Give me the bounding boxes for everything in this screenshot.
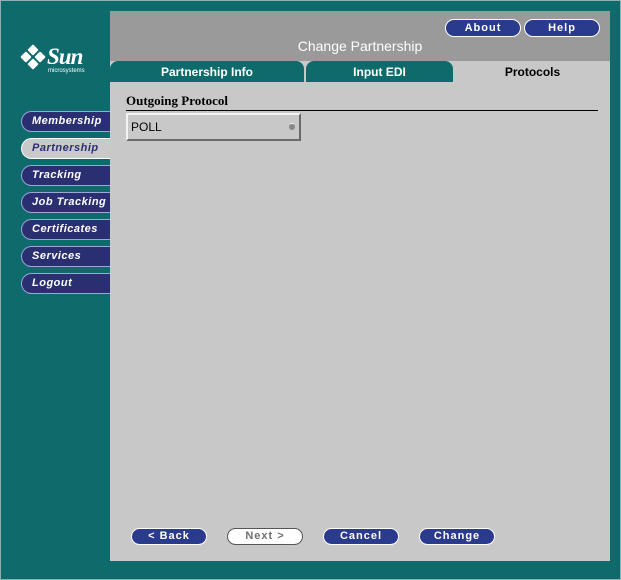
tab-partnership-info[interactable]: Partnership Info bbox=[110, 61, 304, 82]
cancel-button[interactable]: Cancel bbox=[323, 528, 399, 545]
dropdown-knob-icon bbox=[289, 123, 295, 130]
tab-input-edi[interactable]: Input EDI bbox=[306, 61, 453, 82]
about-button[interactable]: About bbox=[445, 19, 521, 37]
main-panel: About Help Change Partnership Partnershi… bbox=[110, 11, 610, 561]
back-button[interactable]: < Back bbox=[131, 528, 207, 545]
sun-logo: Sun microsystems bbox=[20, 44, 96, 78]
sidebar-item-services[interactable]: Services bbox=[21, 246, 111, 267]
section-title-outgoing-protocol: Outgoing Protocol bbox=[126, 93, 598, 111]
page-title: Change Partnership bbox=[297, 38, 423, 54]
change-button[interactable]: Change bbox=[419, 528, 495, 545]
sidebar-item-logout[interactable]: Logout bbox=[21, 273, 111, 294]
outgoing-protocol-value: POLL bbox=[131, 120, 162, 134]
next-button[interactable]: Next > bbox=[227, 528, 303, 545]
tab-protocols[interactable]: Protocols bbox=[455, 61, 610, 82]
help-button[interactable]: Help bbox=[524, 19, 600, 37]
sidebar-item-membership[interactable]: Membership bbox=[21, 111, 111, 132]
sidebar-item-partnership[interactable]: Partnership bbox=[21, 138, 111, 159]
sun-logo-icon bbox=[20, 44, 46, 70]
sidebar-item-tracking[interactable]: Tracking bbox=[21, 165, 111, 186]
sidebar-nav: Membership Partnership Tracking Job Trac… bbox=[21, 111, 111, 300]
panel-header: About Help Change Partnership bbox=[110, 11, 610, 61]
outgoing-protocol-select[interactable]: POLL bbox=[126, 113, 301, 141]
brand-name: Sun bbox=[47, 44, 83, 69]
sidebar-item-certificates[interactable]: Certificates bbox=[21, 219, 111, 240]
tab-bar: Partnership Info Input EDI Protocols bbox=[110, 61, 610, 82]
sidebar-item-job-tracking[interactable]: Job Tracking bbox=[21, 192, 111, 213]
brand-tagline: microsystems bbox=[48, 68, 85, 74]
